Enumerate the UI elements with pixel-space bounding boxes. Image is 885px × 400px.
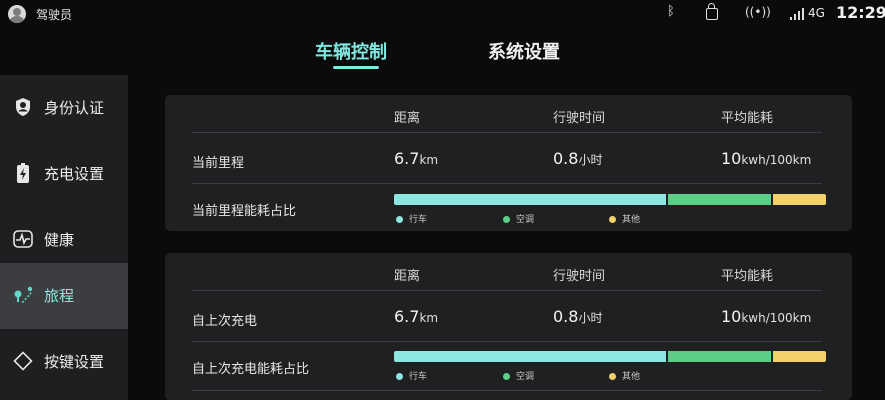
avg-energy-value: 10kwh/100km bbox=[721, 149, 812, 168]
legend-ac: 空调 bbox=[503, 369, 534, 382]
sidebar-item-label: 按键设置 bbox=[44, 353, 105, 371]
ac-segment bbox=[667, 194, 773, 205]
tab-system-settings[interactable]: 系统设置 bbox=[488, 38, 560, 64]
sidebar-item-label: 充电设置 bbox=[44, 165, 105, 183]
divider bbox=[192, 390, 822, 391]
since-last-charge-panel: 距离 行驶时间 平均能耗 自上次充电 6.7km 0.8小时 10kwh/100… bbox=[165, 253, 852, 400]
legend-other: 其他 bbox=[609, 212, 640, 225]
sidebar-item-label: 健康 bbox=[44, 231, 75, 249]
signal-icon bbox=[790, 8, 804, 20]
energy-ratio-bar bbox=[394, 194, 826, 205]
sidebar-item-label: 旅程 bbox=[44, 287, 75, 305]
shield-user-icon bbox=[13, 97, 33, 117]
battery-charge-icon bbox=[13, 163, 33, 183]
distance-value: 6.7km bbox=[394, 307, 439, 326]
energy-ratio-bar bbox=[394, 351, 826, 362]
legend-dot bbox=[503, 373, 510, 380]
avatar-icon[interactable] bbox=[8, 5, 26, 23]
driving-time-header: 行驶时间 bbox=[553, 111, 606, 126]
ac-segment bbox=[667, 351, 773, 362]
sidebar-item-journey[interactable]: 旅程 bbox=[0, 263, 128, 329]
tab-vehicle-control[interactable]: 车辆控制 bbox=[315, 38, 387, 64]
row-label: 当前里程 bbox=[192, 156, 245, 171]
legend-dot bbox=[396, 216, 403, 223]
sidebar-item-identity[interactable]: 身份认证 bbox=[0, 75, 128, 141]
sidebar-item-label: 身份认证 bbox=[44, 99, 105, 117]
other-segment bbox=[772, 351, 826, 362]
sidebar-item-charging[interactable]: 充电设置 bbox=[0, 141, 128, 207]
distance-header: 距离 bbox=[394, 269, 421, 284]
heartbeat-icon bbox=[13, 229, 33, 249]
divider bbox=[192, 183, 822, 184]
sidebar-item-key-settings[interactable]: 按键设置 bbox=[0, 329, 128, 395]
bluetooth-icon: ᛒ bbox=[667, 4, 675, 19]
route-icon bbox=[13, 285, 33, 305]
status-bar: 驾驶员 ᛒ ((•)) 4G 12:29 bbox=[0, 0, 885, 28]
legend-other: 其他 bbox=[609, 369, 640, 382]
driving-time-header: 行驶时间 bbox=[553, 269, 606, 284]
distance-header: 距离 bbox=[394, 111, 421, 126]
legend-driving: 行车 bbox=[396, 212, 427, 225]
legend-dot bbox=[396, 373, 403, 380]
legend-ac: 空调 bbox=[503, 212, 534, 225]
legend-dot bbox=[503, 216, 510, 223]
divider bbox=[192, 132, 822, 133]
network-type: 4G bbox=[808, 6, 825, 20]
legend-driving: 行车 bbox=[396, 369, 427, 382]
active-tab-indicator bbox=[333, 66, 379, 69]
lock-icon bbox=[706, 3, 718, 20]
diamond-key-icon bbox=[13, 351, 33, 371]
current-trip-panel: 距离 行驶时间 平均能耗 当前里程 6.7km 0.8小时 10kwh/100k… bbox=[165, 95, 852, 231]
divider bbox=[192, 290, 822, 291]
ratio-label: 自上次充电能耗占比 bbox=[192, 362, 310, 377]
divider bbox=[192, 341, 822, 342]
other-segment bbox=[772, 194, 826, 205]
avg-energy-header: 平均能耗 bbox=[721, 111, 774, 126]
driving-time-value: 0.8小时 bbox=[553, 307, 603, 326]
legend-dot bbox=[609, 216, 616, 223]
clock-time: 12:29 bbox=[836, 3, 885, 22]
row-label: 自上次充电 bbox=[192, 314, 258, 329]
top-tabs: 车辆控制 系统设置 bbox=[0, 38, 885, 72]
ratio-label: 当前里程能耗占比 bbox=[192, 204, 297, 219]
avg-energy-value: 10kwh/100km bbox=[721, 307, 812, 326]
legend-dot bbox=[609, 373, 616, 380]
distance-value: 6.7km bbox=[394, 149, 439, 168]
driving-time-value: 0.8小时 bbox=[553, 149, 603, 168]
driving-segment bbox=[394, 351, 668, 362]
sidebar: 身份认证 充电设置 健康 旅程 按键设置 bbox=[0, 75, 128, 400]
avg-energy-header: 平均能耗 bbox=[721, 269, 774, 284]
driving-segment bbox=[394, 194, 668, 205]
hotspot-icon: ((•)) bbox=[745, 5, 771, 19]
user-name[interactable]: 驾驶员 bbox=[36, 6, 72, 23]
